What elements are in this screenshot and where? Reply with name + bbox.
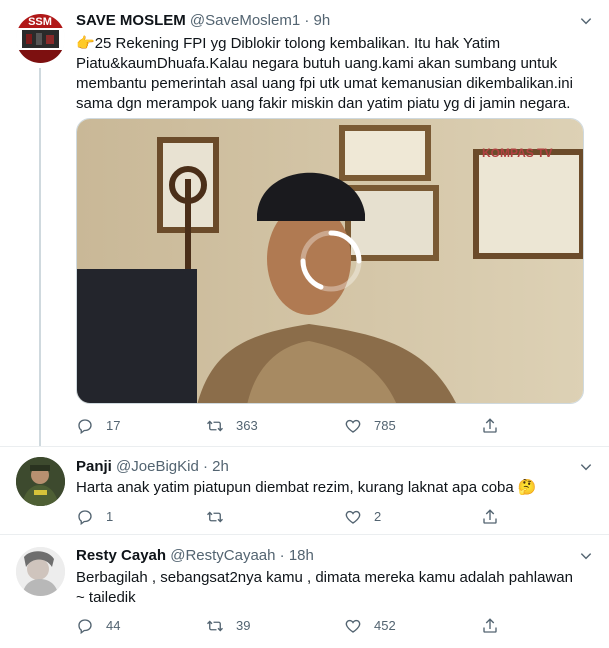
like-count: 785 — [374, 418, 396, 433]
tweet-actions: 1 2 — [76, 507, 536, 527]
share-button[interactable] — [481, 616, 511, 636]
tweet-text: 👉25 Rekening FPI yg Diblokir tolong kemb… — [76, 34, 588, 114]
thread-line — [39, 68, 41, 446]
pointing-finger-emoji: 👉 — [76, 35, 95, 52]
username[interactable]: @SaveMoslem1 — [190, 12, 300, 29]
chevron-down-icon[interactable] — [579, 14, 593, 28]
avatar[interactable] — [16, 547, 65, 596]
tweet-video[interactable]: KOMPAS TV — [76, 118, 584, 404]
share-button[interactable] — [481, 416, 511, 436]
share-icon — [483, 509, 497, 524]
retweet-button[interactable] — [206, 507, 236, 527]
like-button[interactable]: 2 — [344, 507, 381, 527]
tweet[interactable]: Resty Cayah @RestyCayaah · 18h Berbagila… — [0, 534, 609, 648]
tweet[interactable]: SSM SAVE MOSLEM @SaveMoslem1 · 9h 👉25 Re… — [0, 0, 609, 446]
timestamp[interactable]: 2h — [212, 458, 229, 475]
tweet-text-line: sama dgn merampok uang fakir miskin dan … — [76, 95, 571, 112]
tweet-text: Harta anak yatim piatupun diembat rezim,… — [76, 478, 588, 498]
heart-icon — [345, 419, 361, 433]
video-watermark: KOMPAS TV — [482, 146, 552, 160]
tweet-text-line: membantu pemerintah asal uang fpi utk um… — [76, 75, 573, 92]
like-button[interactable]: 785 — [344, 416, 396, 436]
like-button[interactable]: 452 — [344, 616, 396, 636]
like-count: 2 — [374, 509, 382, 524]
heart-icon — [345, 510, 361, 524]
separator-dot: · — [304, 12, 310, 29]
retweet-icon — [207, 620, 223, 632]
thinking-face-emoji: 🤔 — [517, 479, 537, 496]
chevron-down-icon[interactable] — [579, 549, 593, 563]
display-name[interactable]: Resty Cayah — [76, 547, 166, 564]
tweet-header: Panji @JoeBigKid · 2h — [76, 456, 593, 478]
tweet-text: Berbagilah , sebangsat2nya kamu , dimata… — [76, 568, 588, 608]
retweet-button[interactable]: 363 — [206, 416, 258, 436]
reply-button[interactable]: 44 — [76, 616, 120, 636]
display-name[interactable]: SAVE MOSLEM — [76, 12, 186, 29]
timestamp[interactable]: 18h — [289, 547, 314, 564]
svg-text:SSM: SSM — [28, 16, 52, 28]
avatar[interactable] — [16, 457, 65, 506]
tweet-text-line: 25 Rekening FPI yg Diblokir tolong kemba… — [94, 35, 501, 52]
retweet-button[interactable]: 39 — [206, 616, 250, 636]
reply-count: 44 — [106, 618, 121, 633]
tweet-text-line: Berbagilah , sebangsat2nya kamu , dimata… — [76, 569, 573, 586]
tweet-actions: 44 39 452 — [76, 616, 536, 636]
display-name[interactable]: Panji — [76, 458, 112, 475]
reply-icon — [78, 419, 92, 435]
retweet-count: 39 — [236, 618, 251, 633]
reply-button[interactable]: 17 — [76, 416, 120, 436]
share-button[interactable] — [481, 507, 511, 527]
reply-count: 1 — [106, 509, 114, 524]
like-count: 452 — [374, 618, 396, 633]
separator-dot: · — [279, 547, 285, 564]
tweet[interactable]: Panji @JoeBigKid · 2h Harta anak yatim p… — [0, 446, 609, 534]
username[interactable]: @RestyCayaah — [170, 547, 275, 564]
tweet-text-line: Harta anak yatim piatupun diembat rezim,… — [76, 479, 514, 496]
tweet-header: SAVE MOSLEM @SaveMoslem1 · 9h — [76, 10, 593, 32]
retweet-icon — [207, 511, 223, 523]
tweet-text-line: Piatu&kaumDhuafa.Kalau negara butuh uang… — [76, 55, 558, 72]
separator-dot: · — [202, 458, 208, 475]
avatar[interactable]: SSM — [16, 14, 65, 63]
tweet-actions: 17 363 785 — [76, 416, 536, 436]
username[interactable]: @JoeBigKid — [116, 458, 199, 475]
reply-count: 17 — [106, 418, 121, 433]
tweet-header: Resty Cayah @RestyCayaah · 18h — [76, 545, 593, 567]
reply-button[interactable]: 1 — [76, 507, 113, 527]
heart-icon — [345, 619, 361, 633]
share-icon — [483, 418, 497, 433]
retweet-count: 363 — [236, 418, 258, 433]
share-icon — [483, 618, 497, 633]
timestamp[interactable]: 9h — [314, 12, 331, 29]
chevron-down-icon[interactable] — [579, 460, 593, 474]
retweet-icon — [207, 420, 223, 432]
reply-icon — [78, 619, 92, 635]
reply-icon — [78, 510, 92, 526]
tweet-text-line: ~ tailedik — [76, 589, 136, 606]
